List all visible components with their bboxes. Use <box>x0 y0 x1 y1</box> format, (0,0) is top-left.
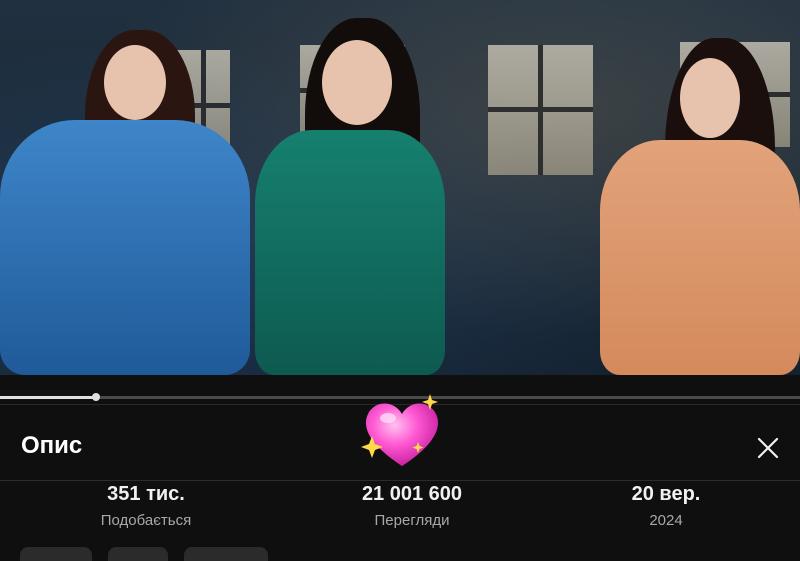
close-icon <box>757 437 779 459</box>
panel-title: Опис <box>21 432 83 459</box>
likes-label: Подобається <box>100 512 192 529</box>
window-right <box>488 45 593 175</box>
sparkling-heart-icon <box>358 392 446 470</box>
chip-2[interactable] <box>108 547 168 561</box>
stat-views: 21 001 600 Перегляди <box>312 480 512 529</box>
video-progress-handle[interactable] <box>92 393 100 401</box>
chip-1[interactable] <box>20 547 92 561</box>
video-player[interactable] <box>0 0 800 375</box>
video-progress-fill <box>0 396 96 399</box>
stat-likes: 351 тис. Подобається <box>46 480 246 529</box>
publish-date: 20 вер. <box>631 483 701 505</box>
stat-date: 20 вер. 2024 <box>566 480 766 529</box>
views-count: 21 001 600 <box>361 483 463 505</box>
likes-count: 351 тис. <box>107 483 185 505</box>
chip-3[interactable] <box>184 547 268 561</box>
close-button[interactable] <box>752 432 784 464</box>
views-label: Перегляди <box>374 512 450 529</box>
publish-year: 2024 <box>649 512 683 529</box>
